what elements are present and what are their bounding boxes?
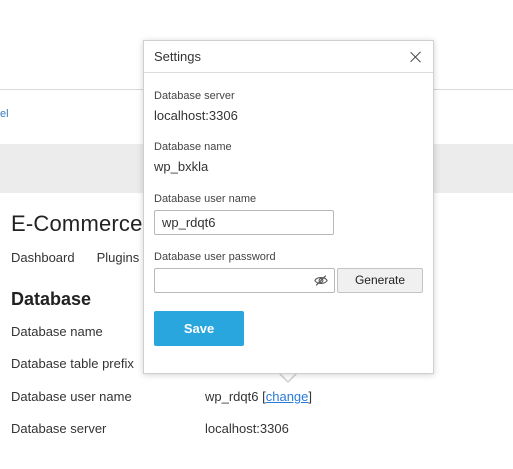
bracket-close: ]: [308, 389, 313, 404]
password-label: Database user password: [154, 251, 276, 263]
tab-dashboard[interactable]: Dashboard: [11, 250, 75, 265]
header-link[interactable]: el: [0, 108, 9, 120]
row-value-user-name: wp_rdqt6 [change]: [205, 389, 312, 404]
user-name-label: Database user name: [154, 193, 257, 205]
row-label-database-name: Database name: [11, 324, 103, 339]
page-tabs: Dashboard Plugins: [11, 250, 139, 265]
db-name-value: wp_bxkla: [154, 159, 209, 174]
dialog-title: Settings: [154, 49, 201, 64]
user-name-input[interactable]: [154, 210, 334, 235]
user-name-value: wp_rdqt6: [205, 389, 259, 404]
password-field[interactable]: [154, 268, 335, 293]
dialog-header: Settings: [144, 41, 433, 73]
page-title: E-Commerce: [11, 211, 143, 236]
server-label: Database server: [154, 90, 235, 102]
tab-plugins[interactable]: Plugins: [97, 250, 140, 265]
generate-button[interactable]: Generate: [337, 268, 423, 293]
row-value-server: localhost:3306: [205, 421, 289, 436]
server-value: localhost:3306: [154, 108, 238, 123]
row-label-server: Database server: [11, 421, 107, 436]
db-name-label: Database name: [154, 141, 232, 153]
row-label-user-name: Database user name: [11, 389, 132, 404]
row-label-table-prefix: Database table prefix: [11, 356, 134, 371]
close-icon[interactable]: [409, 50, 423, 64]
password-input[interactable]: [155, 269, 305, 292]
settings-dialog: Settings Database server localhost:3306 …: [143, 40, 434, 374]
eye-slash-icon[interactable]: [314, 274, 328, 287]
change-link[interactable]: change: [266, 389, 309, 404]
save-button[interactable]: Save: [154, 311, 244, 346]
section-title: Database: [11, 289, 92, 309]
